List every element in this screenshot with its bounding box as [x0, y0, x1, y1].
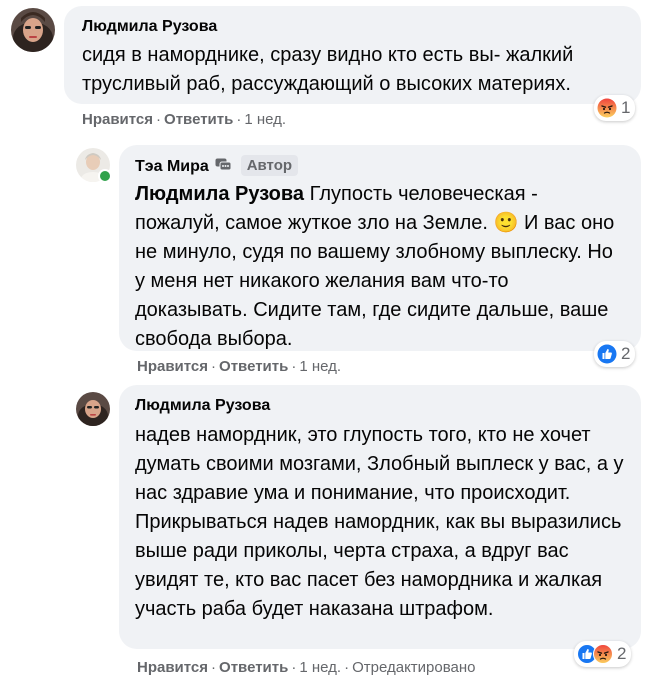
reaction-summary[interactable]: 2 [574, 641, 632, 667]
separator: · [344, 659, 350, 676]
timestamp[interactable]: 1 нед. [299, 659, 341, 676]
author-badge: Автор [240, 155, 299, 176]
reaction-count: 1 [621, 98, 631, 117]
comment-author[interactable]: Людмила Рузова [135, 397, 270, 415]
mention-link[interactable]: Людмила Рузова [135, 183, 304, 205]
comment-actions: Нравится · Ответить · 1 нед. [82, 111, 286, 128]
reply-link[interactable]: Ответить [219, 659, 288, 676]
comment-text-block: Людмила Рузова Глупость человеческая - п… [135, 180, 625, 354]
comment-3: Людмила Рузова надев намордник, это глуп… [0, 380, 669, 678]
reaction-count: 2 [621, 344, 631, 363]
like-link[interactable]: Нравится [137, 659, 208, 676]
reply-link[interactable]: Ответить [219, 358, 288, 375]
top-fan-icon [215, 158, 232, 177]
reaction-count: 2 [617, 644, 627, 663]
reply-link[interactable]: Ответить [164, 111, 233, 128]
comment-bubble: Людмила Рузова сидя в наморднике, сразу … [64, 6, 641, 104]
comment-text: Глупость человеческая - пожалуй, самое ж… [135, 183, 615, 350]
edited-label[interactable]: Отредактировано [352, 659, 475, 676]
like-link[interactable]: Нравится [82, 111, 153, 128]
comment-actions: Нравится · Ответить · 1 нед. [137, 358, 341, 375]
comment-actions: Нравится · Ответить · 1 нед. · Отредактировано [137, 659, 476, 676]
timestamp[interactable]: 1 нед. [299, 358, 341, 375]
like-link[interactable]: Нравится [137, 358, 208, 375]
comment-author-row: Тэа Мира Автор [135, 155, 299, 177]
comment-bubble: Людмила Рузова надев намордник, это глуп… [119, 385, 641, 649]
comment-2: Тэа Мира Автор Людмила Рузова Глупость ч… [0, 140, 669, 380]
separator: · [156, 111, 162, 128]
comment-text: надев намордник, это глупость того, кто … [135, 424, 624, 620]
separator: · [211, 659, 217, 676]
comment-text: сидя в наморднике, сразу видно кто есть … [82, 44, 574, 95]
avatar[interactable] [76, 392, 110, 426]
separator: · [211, 358, 217, 375]
like-reaction-icon [597, 344, 617, 364]
reaction-summary[interactable]: 1 [594, 95, 636, 121]
separator: · [291, 358, 297, 375]
timestamp[interactable]: 1 нед. [244, 111, 286, 128]
angry-reaction-icon [593, 644, 613, 664]
comment-author[interactable]: Тэа Мира [135, 158, 209, 175]
separator: · [291, 659, 297, 676]
angry-reaction-icon [597, 98, 617, 118]
comment-author[interactable]: Людмила Рузова [82, 18, 217, 36]
separator: · [236, 111, 242, 128]
comment-1: Людмила Рузова сидя в наморднике, сразу … [0, 0, 669, 140]
avatar[interactable] [11, 8, 55, 52]
reaction-summary[interactable]: 2 [594, 341, 636, 367]
online-status-indicator [98, 169, 112, 183]
comment-bubble: Тэа Мира Автор Людмила Рузова Глупость ч… [119, 145, 641, 351]
